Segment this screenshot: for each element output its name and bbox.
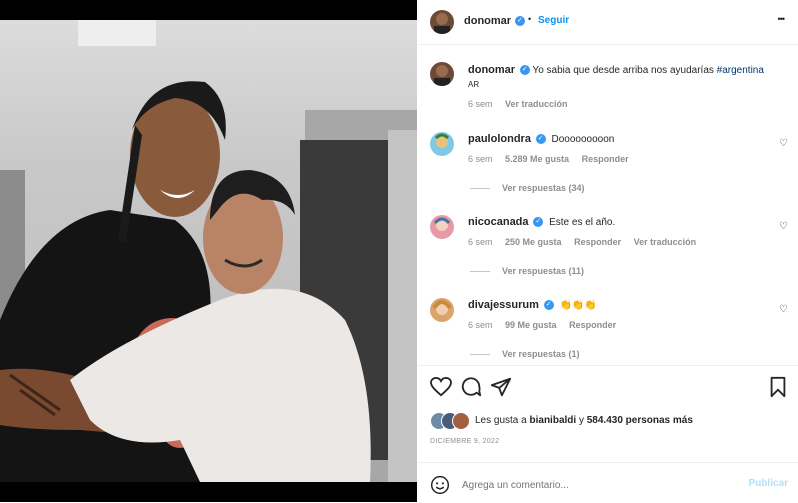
caption-hashtag[interactable]: #argentina [717,65,764,76]
comment-time[interactable]: 6 sem [468,320,493,330]
comment-username[interactable]: divajessurum [468,299,539,311]
comment-username[interactable]: nicocanada [468,216,529,228]
likes-summary: Les gusta a bianibaldi y 584.430 persona… [475,415,693,426]
post-date[interactable]: DICIEMBRE 9, 2022 [430,438,499,445]
comment-item: paulolondra ✓ Dooooooooon 6 sem 5.289 Me… [418,128,798,200]
likes-middle: y [578,415,584,426]
avatar-image [434,13,450,34]
reply-button[interactable]: Responder [582,154,629,164]
caption-username[interactable]: donomar [468,64,515,76]
comment-likes[interactable]: 5.289 Me gusta [505,154,569,164]
view-replies-button[interactable]: Ver respuestas (34) [470,183,585,193]
comment-item: nicocanada ✓ Este es el año. 6 sem 250 M… [418,211,798,283]
view-replies-label: Ver respuestas (1) [502,349,580,359]
bookmark-icon[interactable] [768,376,788,398]
comment-heart-icon[interactable]: ♡ [779,304,788,315]
avatar-image [434,133,450,148]
caption-translate[interactable]: Ver traducción [505,99,568,109]
comment-avatar[interactable] [430,298,454,322]
comment-avatar[interactable] [430,215,454,239]
view-replies-button[interactable]: Ver respuestas (11) [470,266,584,276]
photo-illustration [0,20,417,482]
reply-button[interactable]: Responder [574,237,621,247]
comment-input[interactable] [460,476,734,494]
more-icon[interactable]: ••• [778,14,786,24]
verified-icon: ✓ [543,300,554,311]
comment-text: Este es el año. [549,217,616,228]
verified-icon: ✓ [533,217,544,228]
verified-icon: ✓ [535,134,546,145]
header-dot: • [528,14,532,24]
post-header: donomar ✓ • Seguir ••• [418,0,798,45]
actions-divider [418,365,798,366]
comment-item: divajessurum ✓ 👏👏👏 6 sem 99 Me gusta Res… [418,294,798,366]
comment-bar: Publicar [418,462,798,503]
verified-icon: ✓ [515,16,525,26]
caption-text: Yo sabia que desde arriba nos ayudarías [532,65,714,76]
post-panel: donomar ✓ • Seguir ••• donomar ✓ Yo sabi… [418,0,798,502]
view-replies-label: Ver respuestas (34) [502,183,585,193]
reply-button[interactable]: Responder [569,320,616,330]
avatar [452,412,470,430]
comment-translate[interactable]: Ver traducción [634,237,697,247]
avatar-image [433,217,451,231]
view-replies-label: Ver respuestas (11) [502,266,585,276]
likes-prefix: Les gusta a [475,415,527,426]
view-replies-button[interactable]: Ver respuestas (1) [470,349,580,359]
comment-text: Dooooooooon [551,134,615,145]
comment-likes[interactable]: 99 Me gusta [505,320,557,330]
emoji-icon[interactable] [430,475,450,495]
liked-by-avatars[interactable] [430,412,474,430]
comment-heart-icon[interactable]: ♡ [779,221,788,232]
comment-likes[interactable]: 250 Me gusta [505,237,562,247]
follow-button[interactable]: Seguir [538,15,569,26]
likes-count[interactable]: 584.430 personas más [587,415,693,426]
comment-icon[interactable] [460,376,482,398]
caption-extra: AR [468,80,480,89]
comment-heart-icon[interactable]: ♡ [779,138,788,149]
comment-avatar[interactable] [430,132,454,156]
avatar-image [432,300,452,315]
heart-icon[interactable] [430,377,452,397]
comment-username[interactable]: paulolondra [468,133,531,145]
avatar-image [434,65,450,86]
caption-avatar[interactable] [430,62,454,86]
likes-user[interactable]: bianibaldi [530,415,577,426]
comment-text: 👏👏👏 [559,300,597,311]
avatar[interactable] [430,10,454,34]
share-icon[interactable] [490,376,512,398]
post-photo[interactable] [0,0,417,502]
post-image [0,20,417,482]
caption: donomar ✓ Yo sabia que desde arriba nos … [418,58,798,118]
caption-time[interactable]: 6 sem [468,99,493,109]
publish-button[interactable]: Publicar [749,478,788,489]
comment-time[interactable]: 6 sem [468,237,493,247]
verified-icon: ✓ [519,65,530,76]
comment-time[interactable]: 6 sem [468,154,493,164]
header-username[interactable]: donomar [464,15,511,27]
